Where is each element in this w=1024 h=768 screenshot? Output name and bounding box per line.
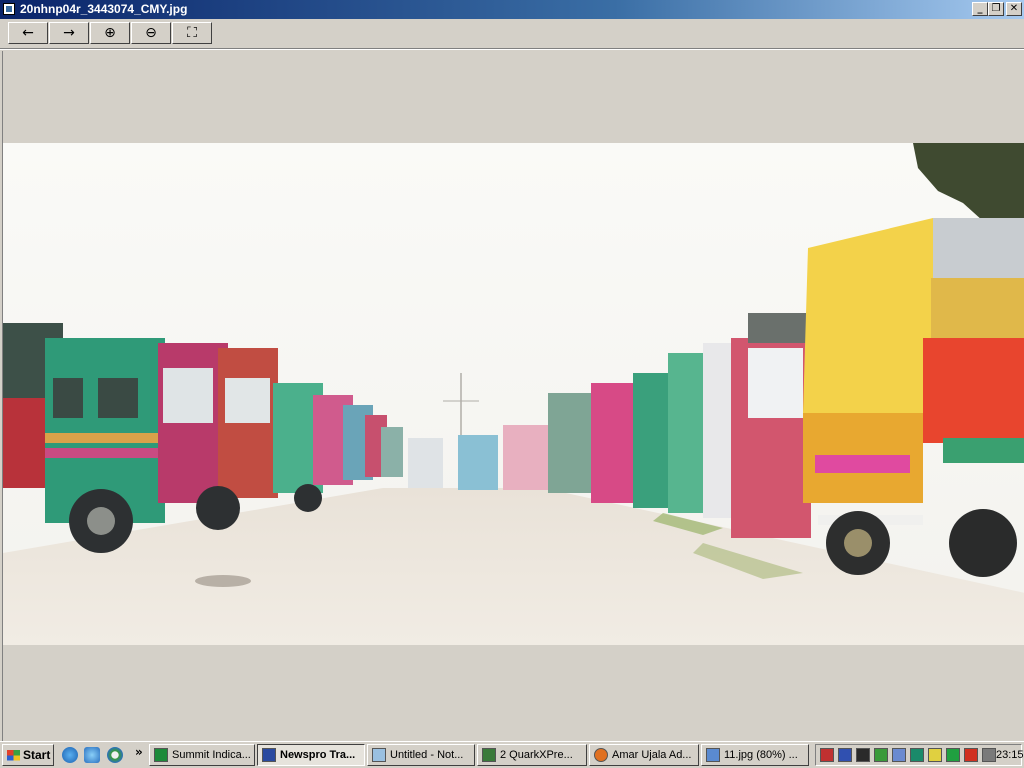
taskbar-item-newspro[interactable]: Newspro Tra...	[257, 744, 365, 766]
network-icon[interactable]	[838, 748, 852, 762]
close-button[interactable]: ✕	[1006, 2, 1022, 16]
media-player-icon[interactable]	[107, 747, 123, 763]
image-viewer-icon[interactable]	[3, 3, 15, 15]
firefox-icon	[594, 748, 608, 762]
language-icon[interactable]	[964, 748, 978, 762]
windows-logo-icon	[7, 749, 20, 761]
minimize-button[interactable]: _	[972, 2, 988, 16]
monitor-icon[interactable]	[856, 748, 870, 762]
arrow-left-icon: ←	[22, 25, 34, 41]
maximize-button[interactable]: ❐	[988, 2, 1004, 16]
taskbar-item-summit[interactable]: Summit Indica...	[149, 744, 255, 766]
volume-icon[interactable]	[982, 748, 996, 762]
system-tray: 23:15	[815, 744, 1024, 766]
sync-icon[interactable]	[874, 748, 888, 762]
toolbar-divider	[0, 48, 1024, 50]
fit-to-window-button[interactable]: ⛶	[172, 22, 212, 44]
quick-launch-more-button[interactable]: »	[135, 745, 143, 759]
clock[interactable]: 23:15	[996, 749, 1024, 761]
zoom-out-button[interactable]: ⊖	[131, 22, 171, 44]
start-label: Start	[23, 748, 51, 762]
image-icon	[706, 748, 720, 762]
display-icon[interactable]	[928, 748, 942, 762]
arrow-right-icon: →	[63, 25, 75, 41]
taskbar-item-image-viewer[interactable]: 11.jpg (80%) ...	[701, 744, 809, 766]
previous-image-button[interactable]: ←	[8, 22, 48, 44]
zoom-in-icon: ⊕	[104, 25, 116, 41]
zoom-out-icon: ⊖	[145, 25, 157, 41]
taskbar-item-notepad[interactable]: Untitled - Not...	[367, 744, 475, 766]
vpn-icon[interactable]	[946, 748, 960, 762]
displayed-photo	[3, 143, 1024, 645]
internet-explorer-icon[interactable]	[62, 747, 78, 763]
taskbar: Start » Summit Indica... Newspro Tra... …	[0, 741, 1024, 768]
notepad-icon	[372, 748, 386, 762]
settings-icon[interactable]	[892, 748, 906, 762]
antivirus-shield-icon[interactable]	[820, 748, 834, 762]
next-image-button[interactable]: →	[49, 22, 89, 44]
newspro-icon	[262, 748, 276, 762]
taskbar-item-firefox[interactable]: Amar Ujala Ad...	[589, 744, 699, 766]
photo-trucks-parked	[3, 143, 1024, 645]
window-title: 20nhnp04r_3443074_CMY.jpg	[20, 2, 188, 16]
app-tray-icon[interactable]	[910, 748, 924, 762]
start-button[interactable]: Start	[2, 744, 54, 766]
image-viewport[interactable]	[2, 51, 1024, 741]
taskbar-item-quarkxpress[interactable]: 2 QuarkXPre...	[477, 744, 587, 766]
excel-icon	[154, 748, 168, 762]
viewer-toolbar: ← → ⊕ ⊖ ⛶	[0, 19, 1024, 48]
zoom-in-button[interactable]: ⊕	[90, 22, 130, 44]
fit-window-icon: ⛶	[187, 25, 197, 41]
title-bar: 20nhnp04r_3443074_CMY.jpg _ ❐ ✕	[0, 0, 1024, 19]
show-desktop-icon[interactable]	[84, 747, 100, 763]
quark-icon	[482, 748, 496, 762]
